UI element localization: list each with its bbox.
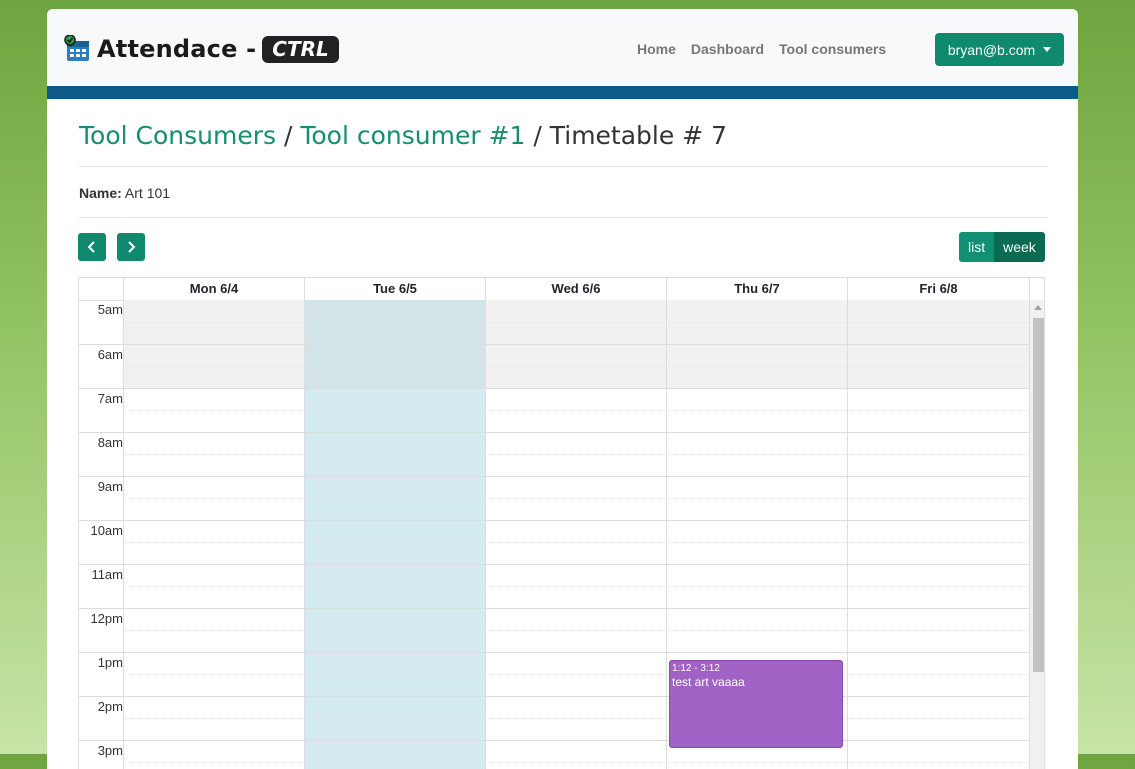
time-grid: 5am 6am 7am 8am 9am 10am 11am 12pm 1pm 2… [79,300,1044,769]
half-hour-line [123,674,1029,675]
timetable-name: Name: Art 101 [79,185,170,201]
half-hour-line [123,322,1029,323]
half-hour-line [123,366,1029,367]
chevron-right-icon [128,241,136,253]
hour-line [79,344,1029,345]
time-label: 2pm [97,699,123,714]
nav-home[interactable]: Home [637,41,676,57]
half-hour-line [123,410,1029,411]
navbar-stripe [47,86,1078,99]
hour-line [79,608,1029,609]
breadcrumb: Tool Consumers / Tool consumer #1 / Time… [79,121,727,150]
time-label: 8am [97,435,123,450]
prev-week-button[interactable] [78,233,106,261]
calendar-header: Mon 6/4 Tue 6/5 Wed 6/6 Thu 6/7 Fri 6/8 [79,278,1044,301]
breadcrumb-separator: / [276,121,301,150]
event-time: 1:12 - 3:12 [672,663,720,674]
hour-line [79,696,1029,697]
caret-down-icon [1043,47,1052,52]
hour-line [79,652,1029,653]
hour-line [79,740,1029,741]
day-header: Mon 6/4 [123,278,304,300]
user-email: bryan@b.com [947,41,1036,58]
time-label: 5am [97,302,123,317]
column-line [666,300,667,769]
half-hour-line [123,586,1029,587]
time-label: 1pm [97,655,123,670]
name-label: Name: [79,185,122,201]
hour-line [79,432,1029,433]
time-label: 3pm [97,743,123,758]
time-label: 7am [97,391,123,406]
half-hour-line [123,762,1029,763]
time-label: 10am [90,523,123,538]
page-container: Attendace - CTRL Home Dashboard Tool con… [47,9,1078,769]
nav-links: Home Dashboard Tool consumers [637,41,901,57]
divider [79,217,1047,218]
time-label: 9am [97,479,123,494]
brand-name: Attendace - [97,35,257,63]
scroll-up-icon[interactable] [1034,305,1042,310]
nav-dashboard[interactable]: Dashboard [691,41,764,57]
brand-logo[interactable]: Attendace - CTRL [63,33,339,65]
hour-line [79,476,1029,477]
calendar: Mon 6/4 Tue 6/5 Wed 6/6 Thu 6/7 Fri 6/8 [78,277,1045,769]
hour-line [79,564,1029,565]
column-line [304,300,305,769]
half-hour-line [123,454,1029,455]
page-title: Timetable # 7 [549,121,727,150]
breadcrumb-separator: / [525,121,550,150]
column-line [485,300,486,769]
navbar: Attendace - CTRL Home Dashboard Tool con… [47,9,1078,86]
user-menu-button[interactable]: bryan@b.com [935,33,1064,66]
list-view-button[interactable]: list [959,232,995,262]
time-label: 11am [91,567,123,582]
half-hour-line [123,542,1029,543]
time-label: 12pm [90,611,123,626]
day-header: Wed 6/6 [485,278,666,300]
breadcrumb-tool-consumers[interactable]: Tool Consumers [79,121,276,150]
scrollbar-thumb[interactable] [1033,318,1044,672]
calendar-icon [63,34,91,63]
half-hour-line [123,498,1029,499]
day-header: Tue 6/5 [304,278,485,300]
hour-line [79,388,1029,389]
name-value: Art 101 [124,185,171,201]
event-title: test art vaaaa [672,675,745,689]
breadcrumb-tool-consumer[interactable]: Tool consumer #1 [300,121,525,150]
day-header: Thu 6/7 [666,278,847,300]
half-hour-line [123,718,1029,719]
nav-tool-consumers[interactable]: Tool consumers [779,41,886,57]
week-view-button[interactable]: week [994,232,1045,262]
scrollbar[interactable] [1029,300,1044,769]
divider [79,166,1047,167]
time-label: 6am [97,347,123,362]
column-line [847,300,848,769]
day-header: Fri 6/8 [847,278,1029,300]
calendar-event[interactable]: 1:12 - 3:12 test art vaaaa [669,660,843,748]
chevron-left-icon [87,241,95,253]
header-spacer [1029,278,1044,300]
hour-line [79,520,1029,521]
half-hour-line [123,630,1029,631]
column-line [123,300,124,769]
view-toggle: list week [959,232,1045,262]
brand-tag: CTRL [262,35,339,63]
next-week-button[interactable] [117,233,145,261]
